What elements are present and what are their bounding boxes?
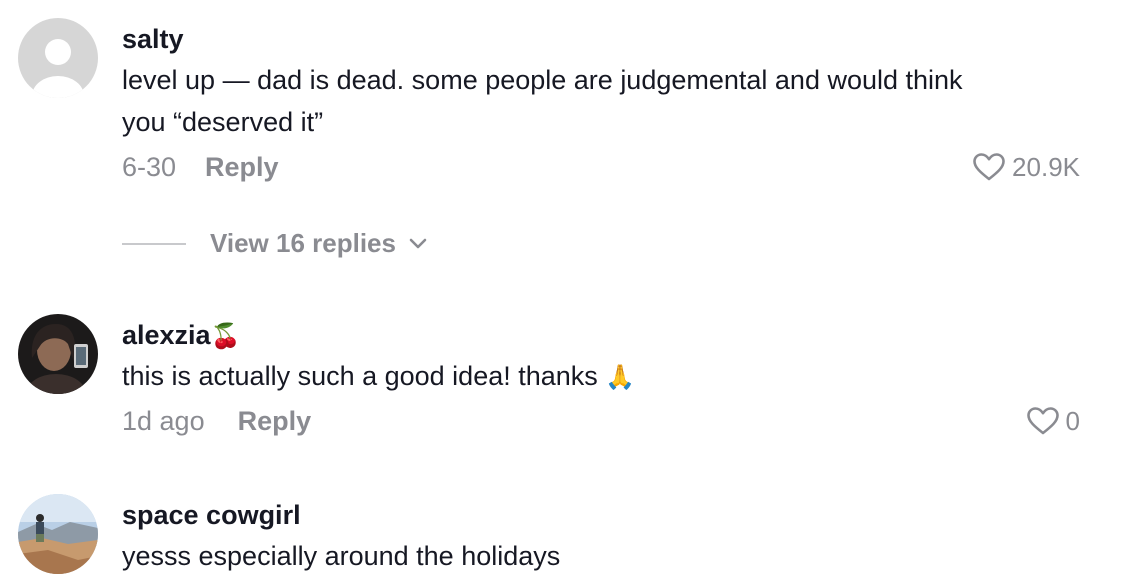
reply-button[interactable]: Reply — [205, 152, 279, 182]
avatar[interactable] — [18, 494, 98, 574]
comment-text: this is actually such a good idea! thank… — [122, 355, 1062, 399]
comment-username[interactable]: salty — [122, 24, 184, 54]
heart-icon — [1026, 407, 1059, 435]
chevron-down-icon — [409, 238, 427, 248]
user-photo-icon — [18, 314, 98, 394]
like-button[interactable]: 0 — [1026, 406, 1080, 436]
cherry-emoji-icon: 🍒 — [210, 323, 241, 350]
view-replies-button[interactable]: View 16 replies — [122, 228, 428, 259]
comment-text: yesss especially around the holidays — [122, 535, 1062, 577]
like-button[interactable]: 20.9K — [972, 152, 1080, 182]
comment-date: 6-30 — [122, 152, 177, 182]
reply-button[interactable]: Reply — [238, 406, 312, 436]
comment-username-text: alexzia — [122, 320, 211, 350]
view-replies-label: View 16 replies — [210, 228, 396, 258]
like-count: 0 — [1065, 406, 1080, 436]
comment-text-line: you “deserved it” — [122, 107, 324, 137]
comment-text: level up — dad is dead. some people are … — [122, 59, 1062, 143]
comment-username[interactable]: alexzia🍒 — [122, 320, 240, 352]
divider-line — [122, 242, 186, 245]
default-user-icon — [18, 18, 98, 98]
heart-icon — [973, 153, 1005, 181]
comment-text-content: yesss especially around the holidays — [122, 541, 561, 571]
avatar[interactable] — [18, 314, 98, 394]
comment-meta: 6-30 Reply — [122, 152, 279, 182]
comment-text-line: level up — dad is dead. some people are … — [122, 65, 963, 95]
user-photo-icon — [18, 494, 98, 574]
avatar-placeholder[interactable] — [18, 18, 98, 98]
comment-date: 1d ago — [122, 406, 205, 436]
like-count: 20.9K — [1012, 152, 1080, 182]
praying-hands-emoji-icon: 🙏 — [605, 364, 636, 391]
comment-username[interactable]: space cowgirl — [122, 500, 301, 530]
comment-text-content: this is actually such a good idea! thank… — [122, 361, 598, 391]
comment-meta: 1d ago Reply — [122, 406, 311, 436]
